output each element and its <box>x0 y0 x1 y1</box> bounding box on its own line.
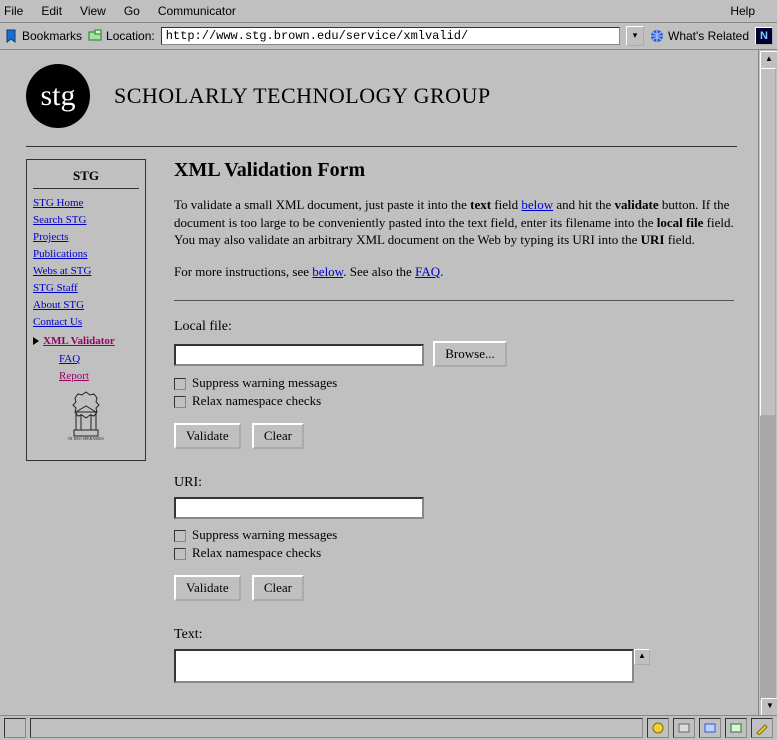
local-file-input[interactable] <box>174 344 424 366</box>
sidebar-link-projects[interactable]: Projects <box>33 231 139 243</box>
triangle-icon <box>33 337 39 345</box>
sidebar-link-faq[interactable]: FAQ <box>59 353 139 365</box>
scroll-down-button[interactable]: ▼ <box>761 698 777 716</box>
bookmark-icon <box>4 29 18 44</box>
globe-icon <box>650 29 664 44</box>
scroll-up-icon[interactable]: ▲ <box>634 649 650 665</box>
checkbox-relax-2[interactable] <box>174 548 186 560</box>
menu-file[interactable]: File <box>4 4 23 18</box>
status-icon-3[interactable] <box>699 718 721 738</box>
whats-related-button[interactable]: What's Related <box>650 29 749 44</box>
sidebar-link-search[interactable]: Search STG <box>33 214 139 226</box>
site-logo: stg <box>26 64 90 128</box>
bookmarks-button[interactable]: Bookmarks <box>4 29 82 44</box>
location-input[interactable] <box>161 27 620 45</box>
local-file-label: Local file: <box>174 319 737 335</box>
menu-edit[interactable]: Edit <box>41 4 62 18</box>
bookmarks-label: Bookmarks <box>22 29 82 43</box>
netscape-badge[interactable]: N <box>755 27 773 45</box>
sidebar-link-xmlvalidator[interactable]: XML Validator <box>43 335 115 347</box>
scroll-thumb[interactable] <box>760 68 776 416</box>
sidebar: STG STG Home Search STG Projects Publica… <box>26 159 146 461</box>
text-label: Text: <box>174 627 737 643</box>
sidebar-link-report[interactable]: Report <box>59 370 139 382</box>
scroll-track[interactable] <box>760 68 776 700</box>
clear-button-1[interactable]: Clear <box>252 423 304 449</box>
checkbox-relax-1[interactable] <box>174 396 186 408</box>
clear-button-2[interactable]: Clear <box>252 575 304 601</box>
toolbar: Bookmarks Location: ▾ What's Related N <box>0 23 777 50</box>
checkbox-suppress-1[interactable] <box>174 378 186 390</box>
status-icon-4[interactable] <box>725 718 747 738</box>
site-title: SCHOLARLY TECHNOLOGY GROUP <box>114 83 491 109</box>
location-icon <box>88 29 102 44</box>
menu-go[interactable]: Go <box>124 4 140 18</box>
text-input[interactable] <box>174 649 634 683</box>
whats-related-label: What's Related <box>668 29 749 43</box>
status-security-icon[interactable] <box>4 718 26 738</box>
suppress-label-2: Suppress warning messages <box>192 527 337 542</box>
suppress-label-1: Suppress warning messages <box>192 375 337 390</box>
location-label-group: Location: <box>88 29 155 44</box>
main-scrollbar[interactable]: ▲ ▼ <box>758 50 777 718</box>
sidebar-title: STG <box>33 168 139 189</box>
relax-label-1: Relax namespace checks <box>192 393 321 408</box>
page-content: stg SCHOLARLY TECHNOLOGY GROUP STG STG H… <box>0 50 759 718</box>
status-icon-2[interactable] <box>673 718 695 738</box>
sidebar-link-staff[interactable]: STG Staff <box>33 282 139 294</box>
validate-button-2[interactable]: Validate <box>174 575 241 601</box>
uri-input[interactable] <box>174 497 424 519</box>
checkbox-suppress-2[interactable] <box>174 530 186 542</box>
browse-button[interactable]: Browse... <box>433 341 506 367</box>
section-divider <box>174 300 734 301</box>
validate-button-1[interactable]: Validate <box>174 423 241 449</box>
link-below-2[interactable]: below <box>312 264 343 279</box>
relax-label-2: Relax namespace checks <box>192 545 321 560</box>
sidebar-link-home[interactable]: STG Home <box>33 197 139 209</box>
link-below-1[interactable]: below <box>521 197 553 212</box>
instructions-paragraph: For more instructions, see below. See al… <box>174 263 734 281</box>
intro-paragraph: To validate a small XML document, just p… <box>174 196 734 249</box>
divider <box>26 146 737 147</box>
sidebar-link-about[interactable]: About STG <box>33 299 139 311</box>
svg-text:IN DEO SPERAMUS: IN DEO SPERAMUS <box>68 436 104 441</box>
status-icon-1[interactable] <box>647 718 669 738</box>
sidebar-link-publications[interactable]: Publications <box>33 248 139 260</box>
menubar: File Edit View Go Communicator Help <box>0 0 777 23</box>
statusbar <box>0 715 777 740</box>
status-message <box>30 718 643 738</box>
textarea-scrollbar[interactable]: ▲ <box>634 649 650 687</box>
location-label: Location: <box>106 29 155 43</box>
main: XML Validation Form To validate a small … <box>174 159 737 687</box>
menu-help[interactable]: Help <box>730 4 755 18</box>
menu-view[interactable]: View <box>80 4 106 18</box>
status-icon-5[interactable] <box>751 718 773 738</box>
page-title: XML Validation Form <box>174 159 737 182</box>
link-faq[interactable]: FAQ <box>415 264 440 279</box>
menu-communicator[interactable]: Communicator <box>158 4 236 18</box>
location-dropdown[interactable]: ▾ <box>626 26 644 46</box>
uri-label: URI: <box>174 475 737 491</box>
sidebar-link-contact[interactable]: Contact Us <box>33 316 139 328</box>
sidebar-link-webs[interactable]: Webs at STG <box>33 265 139 277</box>
scroll-up-button[interactable]: ▲ <box>760 51 777 69</box>
brown-crest-icon: IN DEO SPERAMUS <box>33 390 139 448</box>
